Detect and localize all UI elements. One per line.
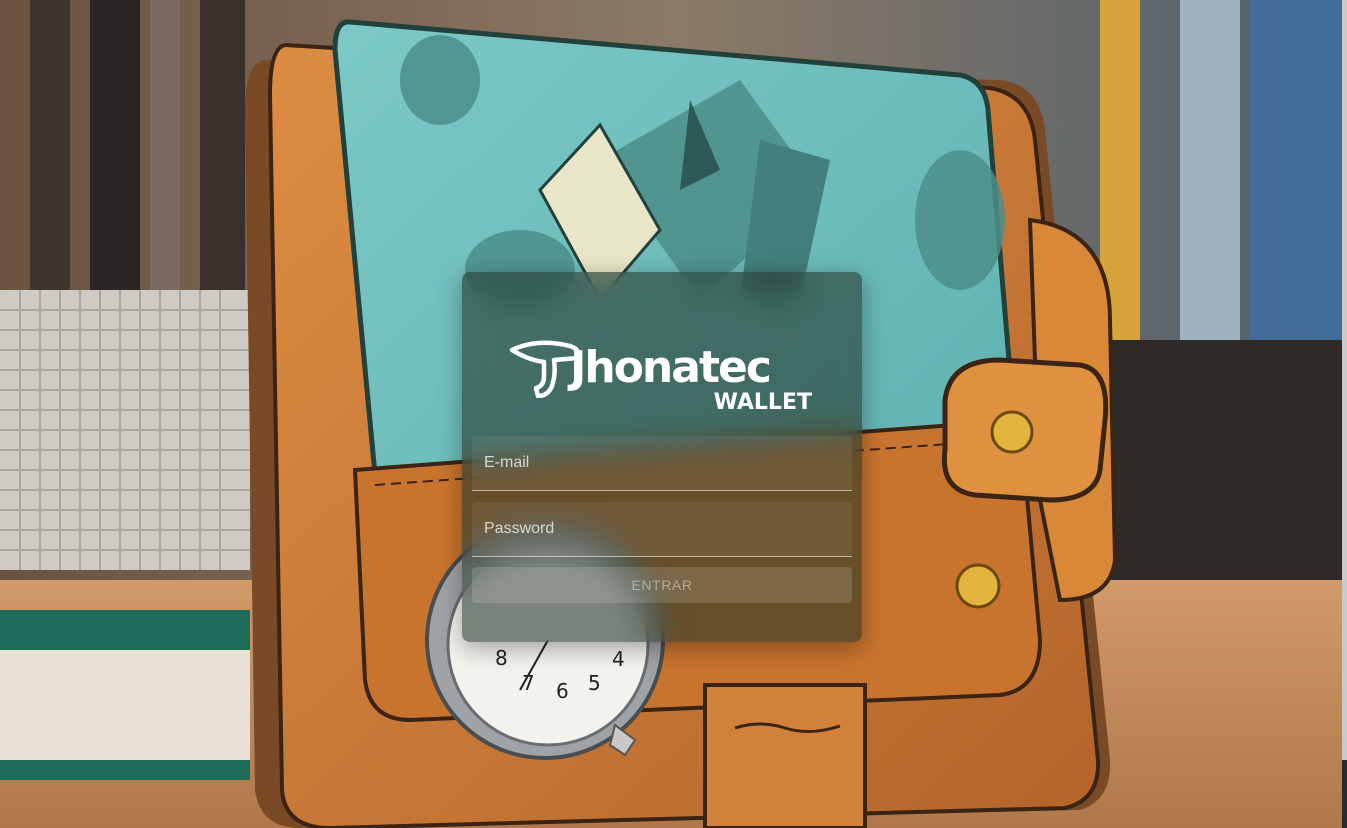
login-page: 8 7 6 5 4 Jhonatec WALLET ENTRAR: [0, 0, 1347, 828]
submit-button[interactable]: ENTRAR: [472, 567, 852, 603]
svg-text:4: 4: [612, 647, 625, 671]
page-scrollbar[interactable]: [1342, 0, 1347, 828]
svg-text:8: 8: [495, 646, 508, 670]
password-field[interactable]: [472, 502, 852, 557]
email-field[interactable]: [472, 436, 852, 491]
svg-text:6: 6: [556, 679, 569, 703]
brand-product: WALLET: [713, 390, 812, 415]
brand-logo: Jhonatec WALLET: [508, 338, 818, 420]
brand-name: Jhonatec: [570, 342, 772, 393]
svg-text:5: 5: [588, 671, 601, 695]
email-input[interactable]: [472, 436, 852, 490]
password-input[interactable]: [472, 502, 852, 556]
scrollbar-thumb[interactable]: [1342, 0, 1347, 760]
login-card: Jhonatec WALLET ENTRAR: [462, 272, 862, 642]
